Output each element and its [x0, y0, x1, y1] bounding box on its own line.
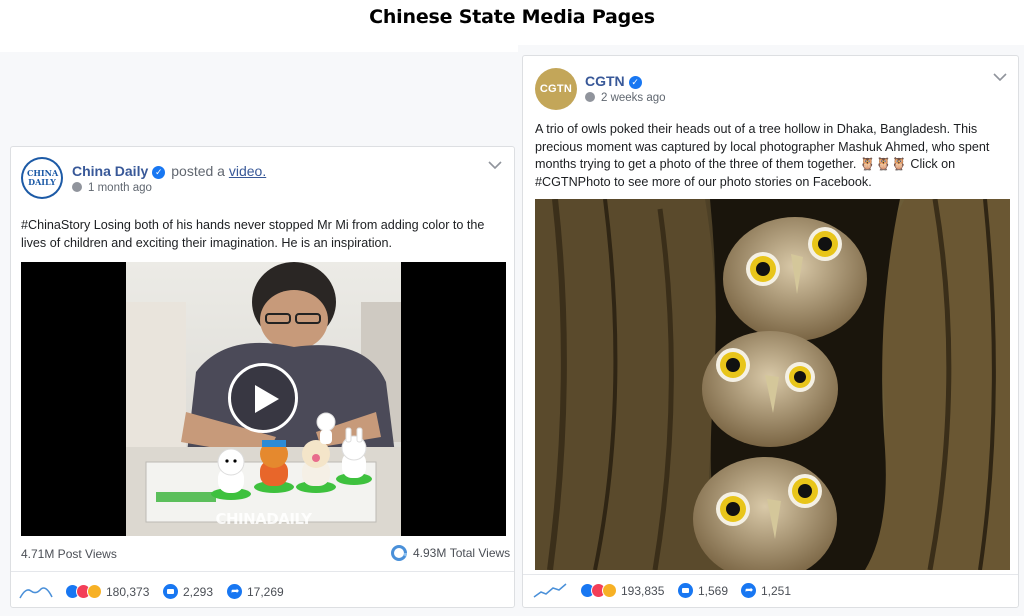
total-views: 4.93M Total Views: [391, 545, 510, 561]
shares-count[interactable]: ➦ 1,251: [741, 583, 791, 598]
china-daily-avatar[interactable]: CHINA DAILY: [21, 157, 63, 199]
views-ring-icon: [391, 545, 407, 561]
video-player[interactable]: CHINADAILY: [21, 262, 506, 536]
globe-icon: [72, 182, 82, 192]
post-views: 4.71M Post Views: [21, 547, 117, 561]
cgtn-logo-text: CGTN: [539, 83, 573, 95]
cgtn-post: CGTN CGTN ✓ 2 weeks ago A trio of owls po…: [522, 55, 1019, 608]
reaction-icons: [580, 583, 617, 598]
page-name[interactable]: CGTN: [585, 73, 625, 89]
reactions-count[interactable]: 193,835: [580, 583, 664, 598]
share-icon: ➦: [741, 583, 756, 598]
globe-icon: [585, 92, 595, 102]
footer-divider: [523, 574, 1018, 575]
page-name[interactable]: China Daily: [72, 163, 148, 179]
total-views-value: 4.93M: [413, 546, 447, 560]
cgtn-avatar[interactable]: CGTN: [535, 68, 577, 110]
footer-divider: [11, 571, 514, 572]
owl-photo[interactable]: [535, 199, 1010, 570]
post-time: 2 weeks ago: [601, 92, 666, 104]
post-text: A trio of owls poked their heads out of …: [535, 122, 990, 189]
china-daily-logo-text: CHINA DAILY: [27, 168, 59, 187]
comments-count[interactable]: 1,569: [678, 583, 728, 598]
verified-badge-icon: ✓: [628, 76, 642, 89]
play-icon: [255, 385, 279, 413]
reactions-count[interactable]: 180,373: [65, 584, 149, 599]
video-watermark: CHINADAILY: [215, 510, 312, 528]
comment-icon: [678, 583, 693, 598]
shares-count[interactable]: ➦ 17,269: [227, 584, 284, 599]
post-time: 1 month ago: [88, 182, 152, 194]
reactions-value: 180,373: [106, 584, 150, 599]
shares-value: 17,269: [247, 584, 284, 599]
chevron-down-icon[interactable]: [488, 161, 502, 169]
china-daily-post: CHINA DAILY China Daily ✓ posted a video. …: [10, 146, 515, 608]
posted-text: posted a: [171, 163, 225, 179]
sparkline-icon: [533, 583, 567, 598]
reactions-value: 193,835: [621, 583, 665, 598]
comments-count[interactable]: 2,293: [163, 584, 213, 599]
comments-value: 1,569: [698, 583, 729, 598]
comment-icon: [163, 584, 178, 599]
comments-value: 2,293: [183, 584, 214, 599]
verified-badge-icon: ✓: [152, 166, 166, 179]
post-header: China Daily ✓ posted a video.: [72, 163, 266, 179]
care-icon: [602, 583, 617, 598]
post-timestamp[interactable]: 2 weeks ago: [585, 92, 666, 104]
play-button[interactable]: [228, 363, 298, 433]
share-icon: ➦: [227, 584, 242, 599]
chevron-down-icon[interactable]: [993, 73, 1007, 81]
shares-value: 1,251: [761, 583, 792, 598]
care-icon: [87, 584, 102, 599]
post-text: #ChinaStory Losing both of his hands nev…: [21, 218, 485, 250]
video-link[interactable]: video.: [229, 163, 266, 179]
sparkline-icon: [19, 587, 53, 599]
page-title: Chinese State Media Pages: [369, 6, 655, 28]
total-views-label: Total Views: [449, 546, 511, 560]
post-timestamp[interactable]: 1 month ago: [72, 182, 152, 194]
reaction-icons: [65, 584, 102, 599]
post-header: CGTN ✓: [585, 73, 642, 89]
